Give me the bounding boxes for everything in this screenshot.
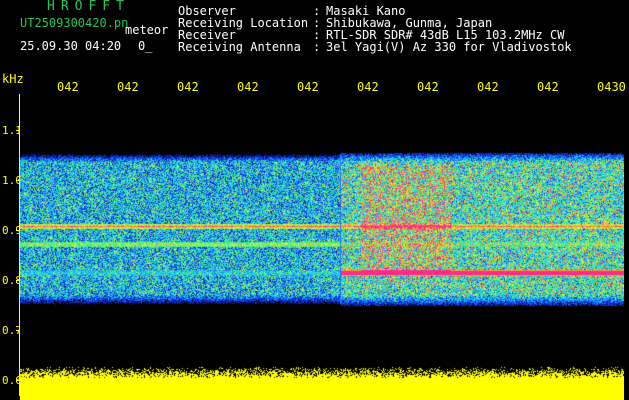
spectrogram-plot — [20, 94, 624, 400]
antenna-value: 3el Yagi(V) Az 330 for Vladivostok — [326, 40, 572, 54]
file-suffix: meteor — [125, 23, 169, 37]
date-time: 25.09.30 04:20 — [20, 39, 122, 53]
x-tick-label: 042 — [237, 80, 259, 94]
x-tick-label: 042 — [117, 80, 139, 94]
date-extra: 0_ — [138, 39, 153, 53]
x-tick-label: 042 — [57, 80, 79, 94]
x-tick-label: 042 — [537, 80, 559, 94]
app-title: HROFFT — [47, 0, 130, 14]
x-tick-label: 042 — [177, 80, 199, 94]
x-tick-label: 042 — [357, 80, 379, 94]
x-tick-label: 042 — [297, 80, 319, 94]
x-tick-label: 042 — [477, 80, 499, 94]
antenna-label: Receiving Antenna — [178, 40, 301, 54]
y-axis-label: kHz — [2, 72, 24, 86]
antenna-colon: : — [313, 40, 321, 54]
x-tick-label: 0430 — [597, 80, 626, 94]
file-name: UT2509300420.pn — [20, 16, 129, 30]
hrofft-window: HROFFT UT2509300420.pn meteor 25.09.30 0… — [0, 0, 629, 400]
x-tick-label: 042 — [417, 80, 439, 94]
